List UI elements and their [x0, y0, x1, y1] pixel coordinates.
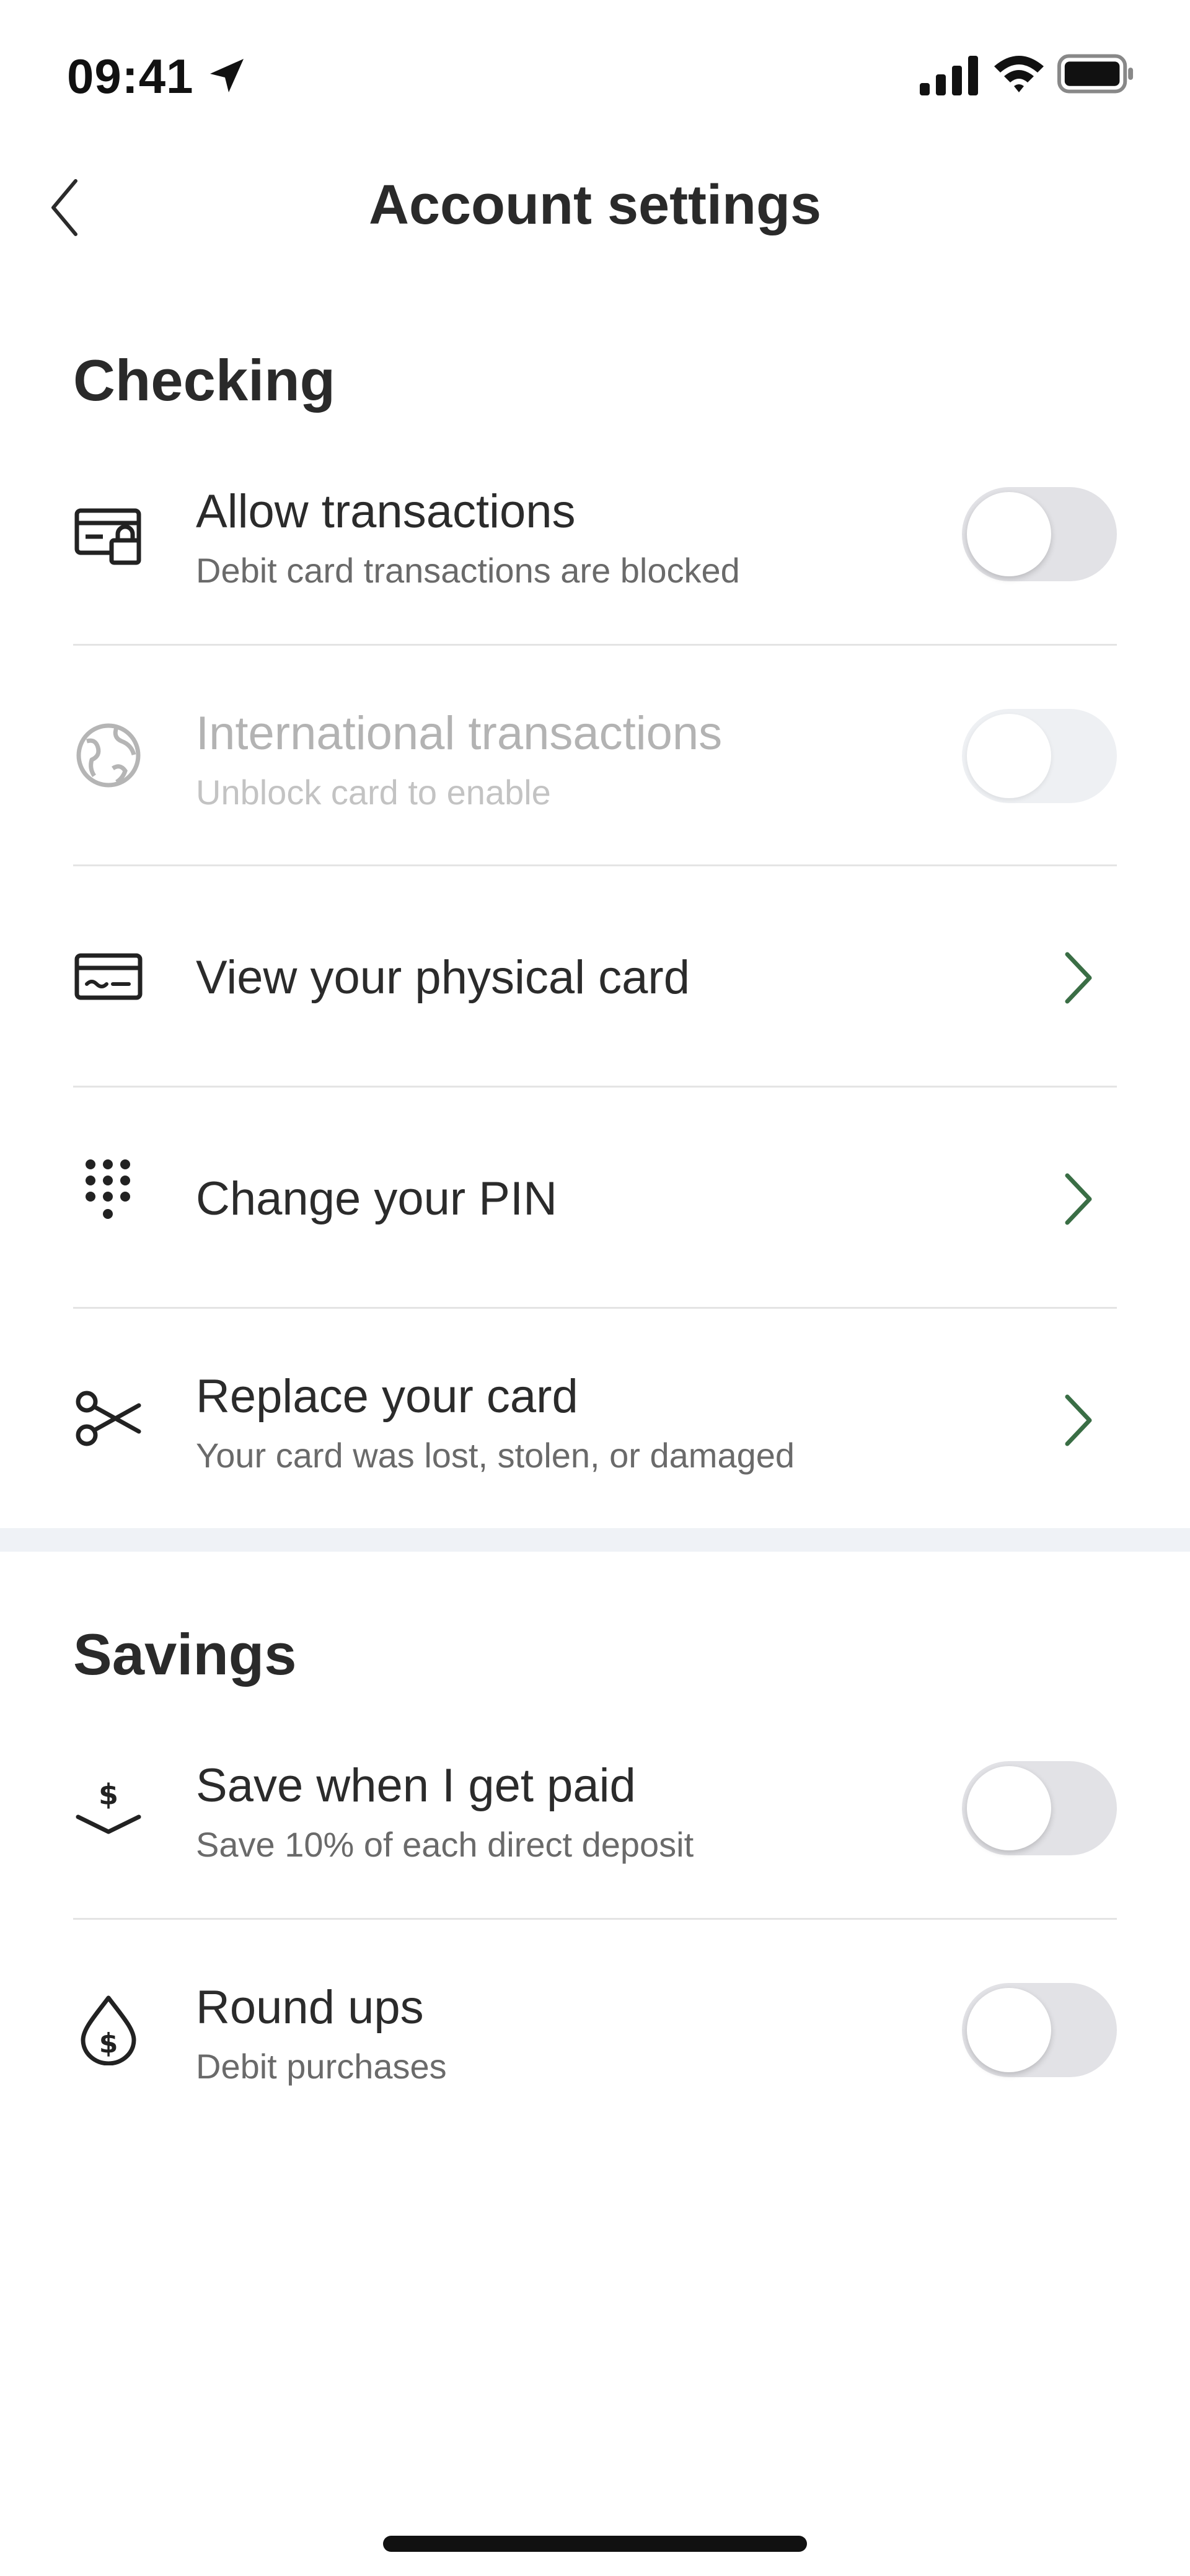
row-title: Replace your card: [196, 1370, 578, 1423]
row-title: View your physical card: [196, 951, 690, 1004]
save-when-paid-toggle[interactable]: [962, 1761, 1117, 1855]
globe-icon: [76, 723, 141, 788]
row-view-physical-card[interactable]: View your physical card: [0, 866, 1190, 1087]
toggle-knob: [967, 1766, 1051, 1850]
dollar-drop-icon: $: [81, 1995, 136, 2065]
section-separator: [0, 1528, 1190, 1552]
chevron-right-icon: [1065, 952, 1092, 1004]
toggle-knob: [967, 714, 1051, 798]
card-lock-icon: [74, 508, 141, 565]
svg-text:$: $: [99, 2028, 118, 2059]
status-time: 09:41: [67, 49, 194, 103]
section-title-checking: Checking: [73, 348, 336, 413]
row-replace-card[interactable]: Replace your card Your card was lost, st…: [0, 1309, 1190, 1529]
dollar-tray-icon: $: [76, 1778, 141, 1834]
row-subtitle: Save 10% of each direct deposit: [196, 1825, 694, 1864]
row-title: Allow transactions: [196, 485, 576, 538]
toggle-knob: [967, 1988, 1051, 2072]
row-subtitle: Debit card transactions are blocked: [196, 551, 740, 590]
international-transactions-toggle: [962, 709, 1117, 803]
row-title: Round ups: [196, 1981, 424, 2034]
row-subtitle: Debit purchases: [196, 2047, 447, 2086]
toggle-knob: [967, 492, 1051, 576]
cellular-signal-icon: [920, 56, 978, 95]
round-ups-toggle[interactable]: [962, 1983, 1117, 2077]
row-international-transactions: International transactions Unblock card …: [0, 646, 1190, 866]
chevron-right-icon: [1065, 1173, 1092, 1225]
keypad-icon: [86, 1159, 130, 1219]
row-subtitle: Your card was lost, stolen, or damaged: [196, 1436, 795, 1475]
wifi-icon: [994, 56, 1044, 92]
row-title: Save when I get paid: [196, 1759, 636, 1812]
section-title-savings: Savings: [73, 1622, 297, 1687]
battery-icon: [1057, 54, 1134, 94]
home-indicator[interactable]: [383, 2536, 807, 2552]
row-change-pin[interactable]: Change your PIN: [0, 1088, 1190, 1308]
row-save-when-paid[interactable]: $ Save when I get paid Save 10% of each …: [0, 1698, 1190, 1919]
card-icon: [74, 953, 143, 1000]
page-title: Account settings: [368, 174, 822, 236]
chevron-right-icon: [1065, 1394, 1092, 1446]
scissors-icon: [76, 1391, 141, 1446]
svg-text:$: $: [99, 1778, 118, 1811]
row-allow-transactions[interactable]: Allow transactions Debit card transactio…: [0, 424, 1190, 644]
location-arrow-icon: [210, 59, 244, 92]
row-subtitle: Unblock card to enable: [196, 773, 551, 812]
row-round-ups[interactable]: $ Round ups Debit purchases: [0, 1920, 1190, 2140]
row-title: International transactions: [196, 707, 723, 760]
status-bar: 09:41: [0, 0, 1190, 149]
allow-transactions-toggle[interactable]: [962, 487, 1117, 581]
row-title: Change your PIN: [196, 1172, 557, 1225]
navigation-bar: Account settings: [0, 149, 1190, 266]
